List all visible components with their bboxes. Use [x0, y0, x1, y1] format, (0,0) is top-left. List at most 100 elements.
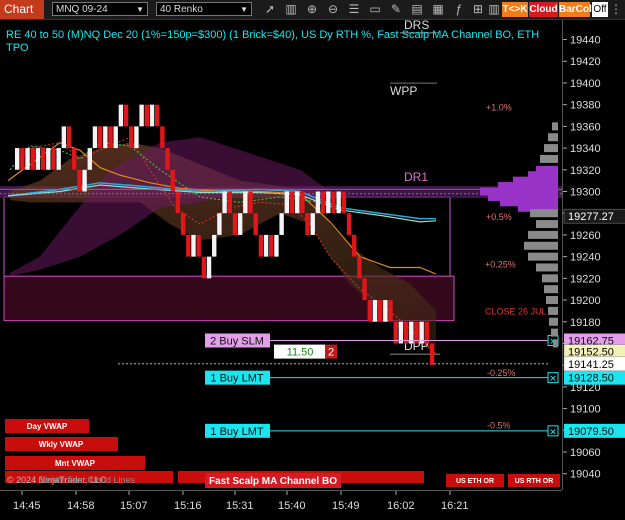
price-tick-label: 19400: [570, 78, 601, 90]
us-rth-or-label: US RTH OR: [515, 478, 554, 485]
price-tick-label: 19260: [570, 230, 601, 242]
renko-brick: [149, 104, 155, 127]
profile-bar: [551, 328, 558, 337]
columns-icon[interactable]: ▥: [486, 1, 502, 17]
level-label: DR1: [404, 170, 428, 184]
renko-brick: [186, 234, 191, 257]
time-tick-label: 15:49: [332, 500, 360, 512]
renko-brick: [336, 191, 341, 214]
price-tick-label: 19040: [570, 469, 601, 481]
renko-brick: [258, 234, 264, 257]
bar-type-selector[interactable]: 40 Renko ▼: [156, 2, 252, 16]
renko-brick: [30, 148, 35, 170]
price-tick-label: 19060: [570, 447, 601, 459]
day-vwap-label: Day VWAP: [27, 422, 68, 431]
level-label: +1.0%: [486, 102, 512, 112]
profile-bar: [530, 209, 558, 218]
renko-brick: [243, 191, 248, 214]
profile-bar: [552, 122, 558, 131]
properties-icon[interactable]: ☰: [346, 1, 362, 17]
renko-brick: [160, 126, 165, 149]
renko-brick: [383, 300, 388, 322]
price-chart[interactable]: DRSWPP+1.0%DR1+0.5%+0.25%CLOSE 26 JULDPP…: [0, 20, 562, 490]
renko-brick: [154, 104, 160, 127]
renko-brick: [72, 148, 77, 170]
renko-brick: [346, 213, 352, 235]
chart-trader-icon[interactable]: ▦: [430, 1, 446, 17]
renko-brick: [367, 300, 372, 322]
renko-brick: [263, 234, 269, 257]
chevron-down-icon: ▼: [240, 5, 248, 14]
renko-brick: [352, 234, 357, 257]
renko-brick: [40, 148, 46, 170]
order-price-label: 19079.50: [568, 426, 614, 438]
order-price-label: 19128.50: [568, 373, 614, 385]
arrow-icon[interactable]: ➚: [262, 1, 278, 17]
renko-brick: [388, 300, 393, 322]
renko-brick: [294, 191, 300, 214]
renko-brick: [97, 126, 103, 149]
renko-brick: [279, 213, 284, 235]
renko-brick: [274, 234, 279, 257]
renko-brick: [269, 234, 274, 257]
price-tick-label: 19420: [570, 56, 601, 68]
strategies-icon[interactable]: ▤: [409, 1, 425, 17]
time-axis[interactable]: 14:45 14:58 15:07 15:16 15:31 15:40 15:49 16:02…: [0, 490, 562, 520]
indicator-labels: Day VWAP Wkly VWAP Mnt VWAP Fast Scalp M…: [5, 419, 560, 488]
renko-brick: [56, 148, 61, 170]
renko-brick: [326, 191, 331, 214]
renko-brick: [206, 256, 212, 279]
renko-brick: [118, 104, 124, 127]
cloud-button[interactable]: Cloud: [529, 2, 558, 17]
renko-brick: [196, 234, 201, 257]
off-button[interactable]: Off: [592, 2, 608, 17]
renko-brick: [227, 191, 232, 214]
level-label: -0.25%: [487, 368, 516, 378]
lock-icon[interactable]: ⊞: [470, 1, 486, 17]
renko-brick: [289, 191, 295, 214]
profile-bar: [536, 220, 558, 229]
price-tick-label: 19340: [570, 143, 601, 155]
renko-brick: [46, 148, 51, 170]
chart-tab[interactable]: Chart: [0, 0, 44, 19]
instrument-selector[interactable]: MNQ 09-24 ▼: [52, 2, 148, 16]
mnt-vwap-label: Mnt VWAP: [55, 459, 96, 468]
chart-toolbar: Chart MNQ 09-24 ▼ 40 Renko ▼ ➚ ▥ ⊕ ⊖ ☰ ▭…: [0, 0, 625, 20]
profile-bar: [524, 241, 558, 250]
profile-bar: [528, 252, 558, 261]
renko-brick: [300, 191, 305, 214]
zoom-in-icon[interactable]: ⊕: [304, 1, 320, 17]
templates-icon[interactable]: ▭: [367, 1, 383, 17]
renko-brick: [237, 213, 243, 235]
price-tick-label: 19240: [570, 252, 601, 264]
barcol-button[interactable]: BarCol: [559, 2, 592, 17]
level-label: WPP: [390, 84, 417, 98]
order-label: 2 Buy SLM: [210, 335, 264, 347]
price-marker-label: 19277.27: [568, 211, 614, 223]
profile-bar: [548, 306, 558, 315]
time-tick-label: 16:02: [387, 500, 415, 512]
profile-bar: [546, 296, 558, 305]
price-axis[interactable]: 19440 19420 19400 19380 19360 19340 19320 19300…: [562, 20, 625, 490]
indicators-icon[interactable]: ƒ: [451, 1, 467, 17]
position-pnl: 11.50: [287, 347, 314, 359]
fast-scalp-label: Fast Scalp MA Channel BO: [209, 476, 337, 487]
time-tick-label: 14:58: [67, 500, 95, 512]
renko-brick: [372, 300, 378, 322]
bars-icon[interactable]: ▥: [283, 1, 299, 17]
renko-brick: [165, 148, 170, 170]
order-label: 1 Buy LMT: [210, 426, 263, 438]
zoom-out-icon[interactable]: ⊖: [325, 1, 341, 17]
renko-brick: [217, 213, 222, 235]
grid-icon[interactable]: ⋮: [608, 1, 624, 17]
time-tick-label: 15:31: [226, 500, 254, 512]
x-icon: ✕: [549, 427, 557, 437]
renko-brick: [139, 104, 144, 127]
renko-brick: [248, 191, 253, 214]
renko-brick: [20, 148, 25, 170]
tick-switch-button[interactable]: T<>K: [502, 2, 528, 17]
renko-brick: [341, 191, 347, 214]
draw-icon[interactable]: ✎: [388, 1, 404, 17]
price-tick-label: 19380: [570, 100, 601, 112]
renko-brick: [61, 126, 67, 149]
